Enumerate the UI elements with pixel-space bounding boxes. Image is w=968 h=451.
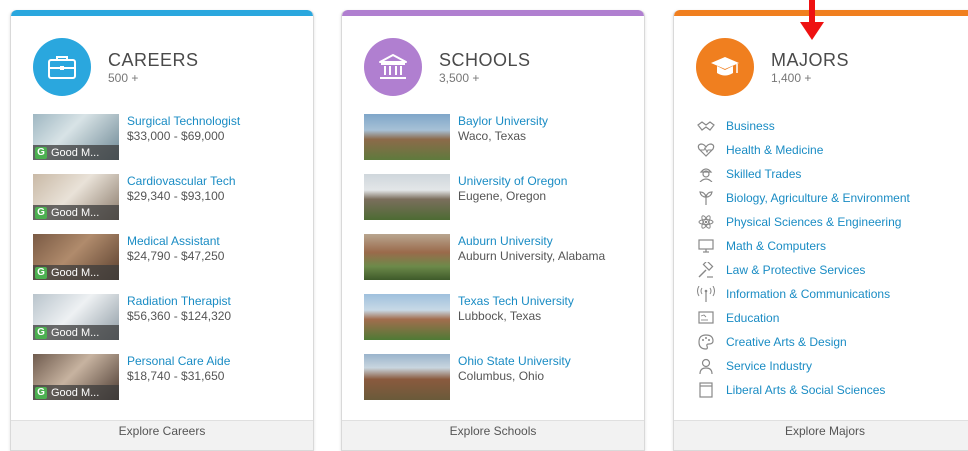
school-name[interactable]: University of Oregon <box>458 174 567 188</box>
career-salary: $24,790 - $47,250 <box>127 249 225 263</box>
career-thumbnail[interactable]: G Good M... <box>33 234 119 280</box>
schools-accent-bar <box>342 10 644 16</box>
major-item-physical-sciences[interactable]: Physical Sciences & Engineering <box>696 212 956 232</box>
career-thumbnail[interactable]: G Good M... <box>33 354 119 400</box>
graduation-cap-icon <box>711 57 739 76</box>
major-item-biology[interactable]: Biology, Agriculture & Environment <box>696 188 956 208</box>
career-salary: $29,340 - $93,100 <box>127 189 225 203</box>
career-title[interactable]: Radiation Therapist <box>127 294 231 308</box>
school-thumbnail[interactable] <box>364 174 450 220</box>
career-title[interactable]: Personal Care Aide <box>127 354 230 368</box>
g-icon: G <box>35 266 47 279</box>
good-match-badge: G Good M... <box>33 145 119 160</box>
majors-icon-circle <box>696 38 754 96</box>
person-service-icon <box>696 358 716 374</box>
career-item[interactable]: G Good M... Personal Care Aide $18,740 - … <box>33 354 303 402</box>
gavel-icon <box>696 262 716 278</box>
career-title[interactable]: Surgical Technologist <box>127 114 240 128</box>
school-name[interactable]: Ohio State University <box>458 354 571 368</box>
career-item[interactable]: G Good M... Surgical Technologist $33,000… <box>33 114 303 162</box>
explore-schools-button[interactable]: Explore Schools <box>342 420 644 450</box>
school-thumbnail[interactable] <box>364 234 450 280</box>
school-name[interactable]: Baylor University <box>458 114 548 128</box>
careers-accent-bar <box>11 10 313 16</box>
major-item-education[interactable]: Education <box>696 308 956 328</box>
heart-pulse-icon <box>696 142 716 158</box>
school-item[interactable]: University of Oregon Eugene, Oregon <box>364 174 634 222</box>
major-item-liberal-arts[interactable]: Liberal Arts & Social Sciences <box>696 380 956 400</box>
major-item-math-computers[interactable]: Math & Computers <box>696 236 956 256</box>
plant-icon <box>696 190 716 206</box>
school-location: Waco, Texas <box>458 129 527 143</box>
briefcase-icon <box>48 56 76 79</box>
majors-card: MAJORS 1,400 + Business Health & Medicin… <box>673 10 968 451</box>
good-match-badge: G Good M... <box>33 205 119 220</box>
school-item[interactable]: Texas Tech University Lubbock, Texas <box>364 294 634 342</box>
career-thumbnail[interactable]: G Good M... <box>33 114 119 160</box>
career-salary: $33,000 - $69,000 <box>127 129 225 143</box>
majors-count: 1,400 + <box>771 71 812 85</box>
school-thumbnail[interactable] <box>364 294 450 340</box>
major-item-service[interactable]: Service Industry <box>696 356 956 376</box>
school-name[interactable]: Auburn University <box>458 234 553 248</box>
worker-icon <box>696 166 716 182</box>
g-icon: G <box>35 386 47 399</box>
careers-count: 500 + <box>108 71 139 85</box>
major-item-creative-arts[interactable]: Creative Arts & Design <box>696 332 956 352</box>
palette-icon <box>696 334 716 350</box>
schools-icon-circle <box>364 38 422 96</box>
schools-card: SCHOOLS 3,500 + Baylor University Waco, … <box>341 10 645 451</box>
explore-careers-button[interactable]: Explore Careers <box>11 420 313 450</box>
school-item[interactable]: Ohio State University Columbus, Ohio <box>364 354 634 402</box>
majors-title: MAJORS <box>771 50 850 70</box>
computer-icon <box>696 238 716 254</box>
g-icon: G <box>35 206 47 219</box>
major-item-skilled-trades[interactable]: Skilled Trades <box>696 164 956 184</box>
institution-icon <box>379 54 407 79</box>
major-item-business[interactable]: Business <box>696 116 956 136</box>
major-item-information[interactable]: Information & Communications <box>696 284 956 304</box>
explore-majors-button[interactable]: Explore Majors <box>674 420 968 450</box>
red-arrow-annotation <box>800 0 824 40</box>
good-match-badge: G Good M... <box>33 325 119 340</box>
school-location: Eugene, Oregon <box>458 189 547 203</box>
antenna-icon <box>696 286 716 302</box>
career-title[interactable]: Medical Assistant <box>127 234 220 248</box>
school-name[interactable]: Texas Tech University <box>458 294 574 308</box>
book-icon <box>696 382 716 398</box>
atom-icon <box>696 214 716 230</box>
career-salary: $18,740 - $31,650 <box>127 369 225 383</box>
good-match-badge: G Good M... <box>33 385 119 400</box>
major-item-health[interactable]: Health & Medicine <box>696 140 956 160</box>
g-icon: G <box>35 146 47 159</box>
careers-title: CAREERS <box>108 50 199 70</box>
good-match-badge: G Good M... <box>33 265 119 280</box>
handshake-icon <box>696 118 716 134</box>
school-item[interactable]: Baylor University Waco, Texas <box>364 114 634 162</box>
career-thumbnail[interactable]: G Good M... <box>33 294 119 340</box>
school-location: Auburn University, Alabama <box>458 249 606 263</box>
career-title[interactable]: Cardiovascular Tech <box>127 174 236 188</box>
school-thumbnail[interactable] <box>364 114 450 160</box>
school-location: Columbus, Ohio <box>458 369 545 383</box>
major-item-law[interactable]: Law & Protective Services <box>696 260 956 280</box>
schools-count: 3,500 + <box>439 71 480 85</box>
careers-card: CAREERS 500 + G Good M... Surgical Techno… <box>10 10 314 451</box>
career-item[interactable]: G Good M... Medical Assistant $24,790 - $… <box>33 234 303 282</box>
school-thumbnail[interactable] <box>364 354 450 400</box>
school-item[interactable]: Auburn University Auburn University, Ala… <box>364 234 634 282</box>
g-icon: G <box>35 326 47 339</box>
career-thumbnail[interactable]: G Good M... <box>33 174 119 220</box>
career-item[interactable]: G Good M... Cardiovascular Tech $29,340 -… <box>33 174 303 222</box>
schools-title: SCHOOLS <box>439 50 531 70</box>
career-item[interactable]: G Good M... Radiation Therapist $56,360 -… <box>33 294 303 342</box>
chalkboard-icon <box>696 310 716 326</box>
school-location: Lubbock, Texas <box>458 309 542 323</box>
career-salary: $56,360 - $124,320 <box>127 309 232 323</box>
careers-icon-circle <box>33 38 91 96</box>
